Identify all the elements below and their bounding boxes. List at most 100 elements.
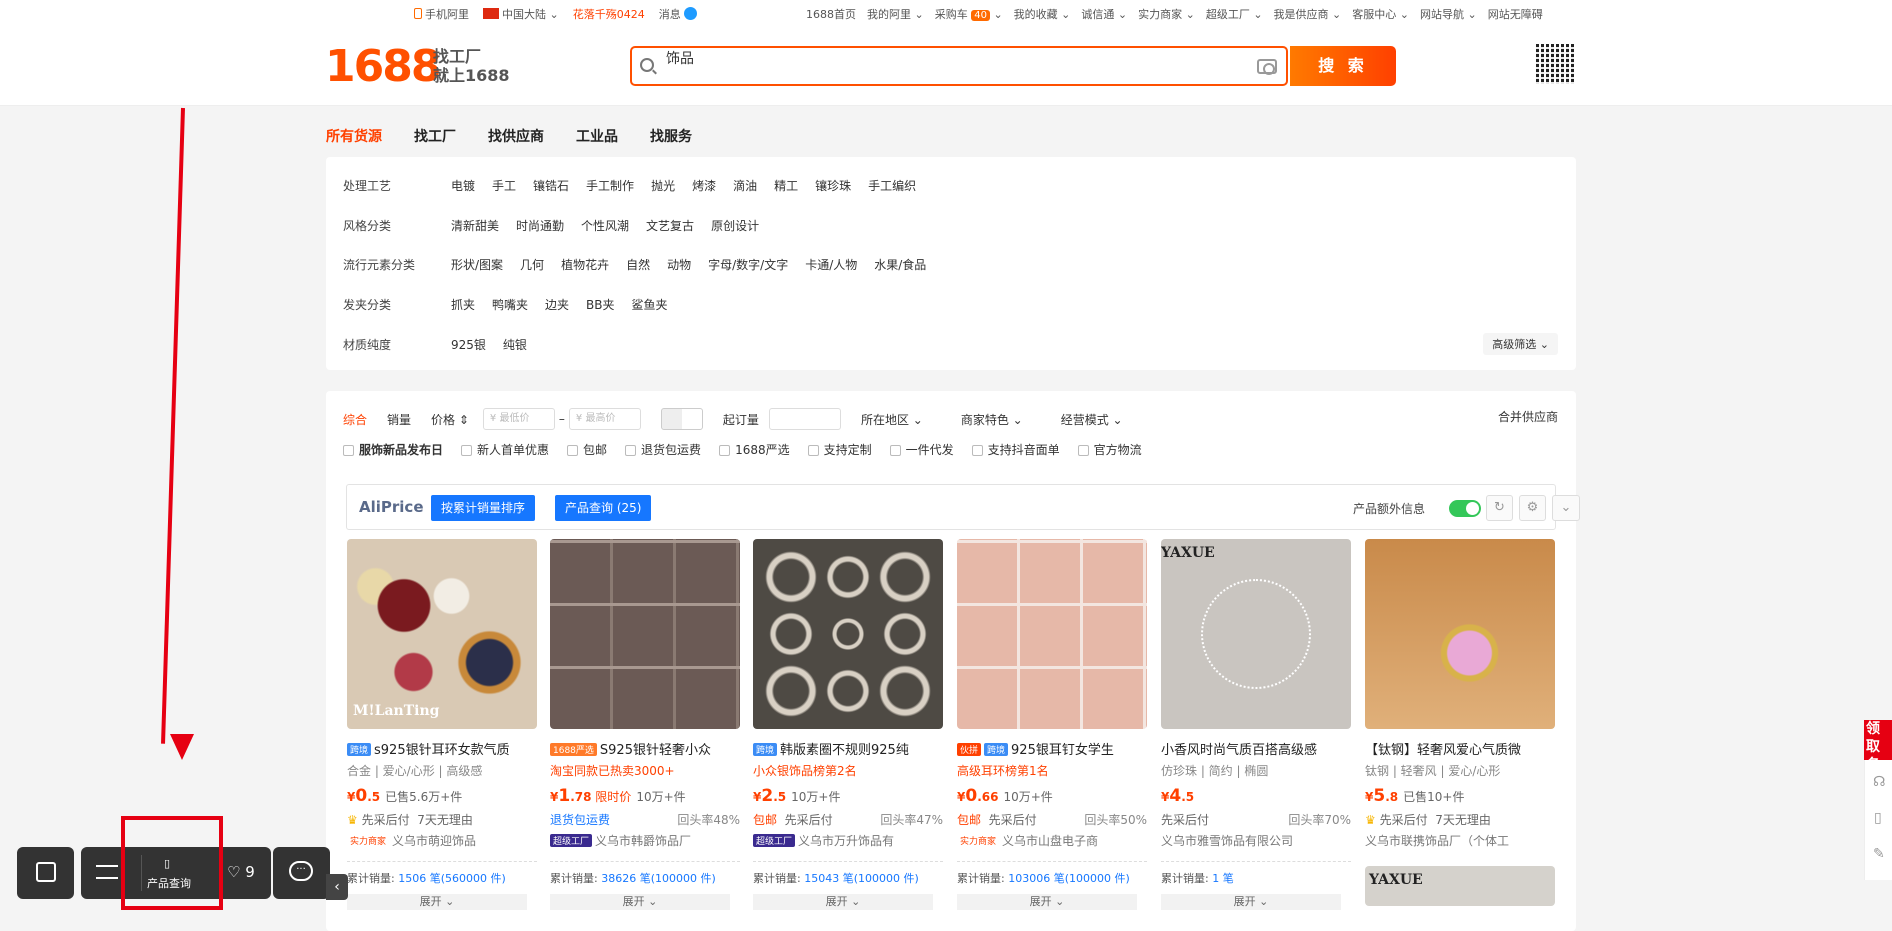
tab-find-factory[interactable]: 找工厂 — [414, 126, 456, 146]
checkbox-return-shipping[interactable]: 退货包运费 — [625, 441, 701, 458]
filter-option[interactable]: 卡通/人物 — [805, 256, 857, 273]
filter-option[interactable]: 925银 — [451, 336, 486, 353]
region-select[interactable]: 中国大陆 ⌄ — [483, 6, 559, 22]
view-toggle-icon[interactable] — [660, 408, 703, 430]
checkbox-official-logistics[interactable]: 官方物流 — [1077, 441, 1142, 458]
checkbox-1688-select[interactable]: 1688严选 — [719, 441, 790, 458]
product-card[interactable]: 【钛钢】轻奢风爱心气质微 钛钢 | 轻奢风 | 爱心/心形 ¥5.8 已售10+件… — [1365, 539, 1555, 906]
layers-icon[interactable] — [96, 865, 118, 879]
nav-site-map[interactable]: 网站导航 ⌄ — [1420, 6, 1477, 22]
search-button[interactable]: 搜 索 — [1290, 46, 1396, 86]
edit-icon[interactable]: ✎ — [1873, 846, 1885, 862]
messages-link[interactable]: 消息 — [659, 6, 697, 22]
extra-info-toggle[interactable] — [1449, 500, 1481, 517]
product-title[interactable]: 伙拼 跨境 925银耳钉女学生 — [957, 739, 1147, 757]
nav-service[interactable]: 客服中心 ⌄ — [1352, 6, 1409, 22]
side-promo[interactable]: 领取名片 — [1864, 720, 1892, 791]
search-query[interactable]: 饰品 — [666, 48, 694, 68]
product-card[interactable]: 伙拼 跨境 925银耳钉女学生 高级耳环榜第1名 ¥0.66 10万+件 包邮 先采后… — [957, 539, 1147, 910]
filter-option[interactable]: 镶锆石 — [533, 177, 569, 194]
collapse-icon[interactable]: ⌄ — [1552, 495, 1580, 521]
region-dropdown[interactable]: 所在地区 ⌄ — [861, 411, 923, 428]
product-title[interactable]: 1688严选 S925银针轻奢小众 — [550, 739, 740, 757]
product-image[interactable] — [753, 539, 943, 729]
mobile-link[interactable]: 手机阿里 — [414, 6, 469, 22]
filter-option[interactable]: 字母/数字/文字 — [708, 256, 788, 273]
filter-option[interactable]: 手工制作 — [586, 177, 634, 194]
nav-supplier[interactable]: 我是供应商 ⌄ — [1274, 6, 1342, 22]
expand-button[interactable]: 展开 ⌄ — [957, 894, 1137, 910]
nav-super-factory[interactable]: 超级工厂 ⌄ — [1206, 6, 1263, 22]
product-query-button[interactable]: 产品查询 (25) — [555, 495, 652, 521]
filter-option[interactable]: 形状/图案 — [451, 256, 503, 273]
filter-option[interactable]: 抛光 — [651, 177, 675, 194]
filter-option[interactable]: 精工 — [774, 177, 798, 194]
filter-option[interactable]: 文艺复古 — [646, 217, 694, 234]
nav-home[interactable]: 1688首页 — [806, 6, 856, 22]
phone-icon[interactable]: ▯ — [1874, 810, 1882, 826]
nav-accessibility[interactable]: 网站无障碍 — [1488, 6, 1543, 22]
filter-option[interactable]: 个性风潮 — [581, 217, 629, 234]
filter-option[interactable]: 几何 — [520, 256, 544, 273]
business-mode-dropdown[interactable]: 经营模式 ⌄ — [1061, 411, 1123, 428]
sort-sales[interactable]: 销量 — [387, 411, 411, 428]
shop-name[interactable]: 实力商家 义乌市山盘电子商 — [957, 832, 1147, 848]
sort-comprehensive[interactable]: 综合 — [343, 411, 367, 428]
refresh-icon[interactable]: ↻ — [1486, 495, 1513, 521]
filter-option[interactable]: 鸭嘴夹 — [492, 296, 528, 313]
tab-all-goods[interactable]: 所有货源 — [326, 126, 382, 146]
filter-option[interactable]: 抓夹 — [451, 296, 475, 313]
nav-favorites[interactable]: 我的收藏 ⌄ — [1014, 6, 1071, 22]
filter-option[interactable]: 边夹 — [545, 296, 569, 313]
filter-option[interactable]: 清新甜美 — [451, 217, 499, 234]
checkbox-dropship[interactable]: 一件代发 — [889, 441, 954, 458]
merge-suppliers-toggle[interactable]: 合并供应商 — [1498, 408, 1558, 425]
product-title[interactable]: 小香风时尚气质百搭高级感 — [1161, 739, 1351, 757]
product-card[interactable]: 跨境 韩版素圈不规则925纯 小众银饰品榜第2名 ¥2.5 10万+件 包邮 先采后… — [753, 539, 943, 910]
expand-button[interactable]: 展开 ⌄ — [550, 894, 730, 910]
filter-option[interactable]: 纯银 — [503, 336, 527, 353]
product-image[interactable]: YAXUE — [1161, 539, 1351, 729]
advanced-filter-button[interactable]: 高级筛选 ⌄ — [1483, 333, 1558, 355]
product-card[interactable]: 1688严选 S925银针轻奢小众 淘宝同款已热卖3000+ ¥1.78 限时价 1… — [550, 539, 740, 910]
product-image[interactable] — [957, 539, 1147, 729]
checkbox-fashion-launch[interactable]: 服饰新品发布日 — [343, 441, 443, 458]
logo[interactable]: 1688 — [325, 42, 441, 92]
username-link[interactable]: 花落千殇0424 — [573, 6, 645, 22]
headset-icon[interactable]: ☊ — [1873, 774, 1885, 790]
filter-option[interactable]: 镶珍珠 — [815, 177, 851, 194]
min-price-input[interactable]: ¥ 最低价 — [482, 408, 555, 430]
product-card[interactable]: M!LanTing 跨境 s925银针耳环女款气质 合金 | 爱心/心形 | 高级… — [347, 539, 537, 910]
filter-option[interactable]: 手工编织 — [868, 177, 916, 194]
max-price-input[interactable]: ¥ 最高价 — [568, 408, 641, 430]
checkbox-free-shipping[interactable]: 包邮 — [567, 441, 607, 458]
filter-option[interactable]: 电镀 — [451, 177, 475, 194]
tab-industrial[interactable]: 工业品 — [576, 126, 618, 146]
filter-option[interactable]: 动物 — [667, 256, 691, 273]
filter-option[interactable]: 植物花卉 — [561, 256, 609, 273]
tab-services[interactable]: 找服务 — [650, 126, 692, 146]
product-title[interactable]: 【钛钢】轻奢风爱心气质微 — [1365, 739, 1555, 757]
settings-icon[interactable]: ⚙ — [1519, 495, 1546, 521]
filter-option[interactable]: 时尚通勤 — [516, 217, 564, 234]
filter-option[interactable]: 手工 — [492, 177, 516, 194]
camera-icon[interactable] — [1257, 59, 1277, 75]
product-image[interactable] — [1365, 539, 1555, 729]
collapse-toolbar-button[interactable]: ‹ — [326, 874, 348, 900]
expand-button[interactable]: 展开 ⌄ — [1161, 894, 1341, 910]
product-image[interactable] — [550, 539, 740, 729]
checkbox-customization[interactable]: 支持定制 — [807, 441, 872, 458]
product-title[interactable]: 跨境 韩版素圈不规则925纯 — [753, 739, 943, 757]
filter-option[interactable]: 水果/食品 — [874, 256, 926, 273]
shop-name[interactable]: 超级工厂 义乌市韩爵饰品厂 — [550, 832, 740, 848]
nav-chengxintong[interactable]: 诚信通 ⌄ — [1081, 6, 1127, 22]
checkbox-douyin[interactable]: 支持抖音面单 — [971, 441, 1060, 458]
shop-name[interactable]: 义乌市雅雪饰品有限公司 — [1161, 832, 1351, 848]
cart-bag-button[interactable] — [17, 847, 74, 899]
product-title[interactable]: 跨境 s925银针耳环女款气质 — [347, 739, 537, 757]
product-card[interactable]: YAXUE 小香风时尚气质百搭高级感 仿珍珠 | 简约 | 椭圆 ¥4.5 先采… — [1161, 539, 1351, 910]
filter-option[interactable]: 原创设计 — [711, 217, 759, 234]
shop-name[interactable]: 义乌市联携饰品厂（个体工 — [1365, 832, 1555, 848]
nav-my-alibaba[interactable]: 我的阿里 ⌄ — [867, 6, 924, 22]
expand-button[interactable]: 展开 ⌄ — [753, 894, 933, 910]
